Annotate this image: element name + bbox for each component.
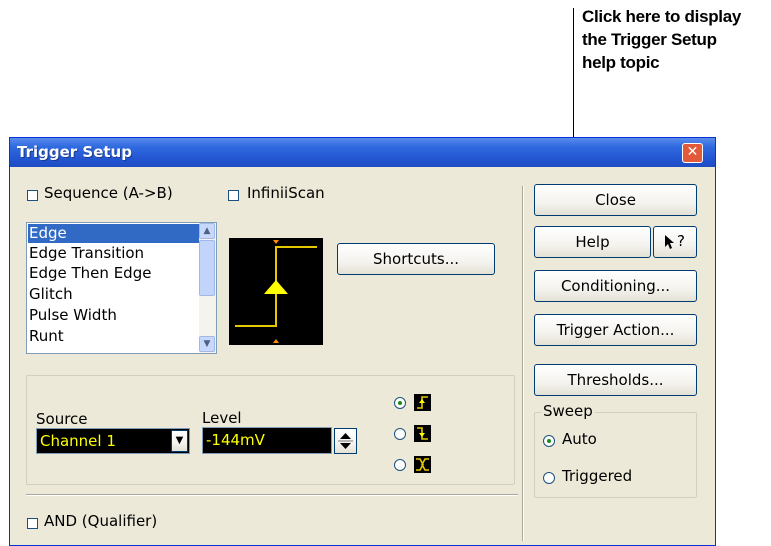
callout-annotation: Click here to display the Trigger Setup … [582,5,771,74]
list-item-edge[interactable]: Edge [28,224,199,243]
thresholds-button[interactable]: Thresholds... [534,364,697,396]
level-label: Level [202,409,242,427]
sweep-triggered-label: Triggered [562,467,633,485]
either-edge-icon[interactable] [414,456,431,473]
level-input[interactable]: -144mV [202,427,332,454]
source-dropdown[interactable]: Channel 1 ▼ [36,428,190,454]
sweep-auto-radio[interactable] [543,435,555,447]
list-item-pulse-width[interactable]: Pulse Width [28,306,199,325]
list-scrollbar[interactable]: ▲ ▼ [199,223,216,353]
scroll-up-icon[interactable]: ▲ [199,223,215,239]
dialog-title: Trigger Setup [17,143,132,161]
sweep-triggered-radio[interactable] [543,472,555,484]
and-qualifier-label: AND (Qualifier) [44,512,158,530]
sweep-auto-label: Auto [562,430,597,448]
callout-line-1: Click here to display [582,7,742,26]
scroll-thumb[interactable] [199,240,215,296]
source-label: Source [36,410,88,428]
rising-edge-icon[interactable] [414,394,431,411]
source-value: Channel 1 [40,432,116,450]
list-item-glitch[interactable]: Glitch [28,285,199,304]
scroll-down-icon[interactable]: ▼ [199,336,215,352]
list-item-runt[interactable]: Runt [28,327,199,346]
title-bar: Trigger Setup ✕ [10,138,715,167]
list-item-edge-transition[interactable]: Edge Transition [28,244,199,263]
and-qualifier-checkbox[interactable] [27,518,38,529]
vertical-divider [522,186,524,541]
edge-preview-graphic [229,238,323,345]
infiniiscan-label: InfiniiScan [247,184,325,202]
shortcuts-button[interactable]: Shortcuts... [337,243,495,275]
trigger-setup-dialog: Trigger Setup ✕ Sequence (A->B) InfiniiS… [9,137,716,546]
close-icon[interactable]: ✕ [682,143,703,163]
sequence-label: Sequence (A->B) [44,184,173,202]
slope-falling-radio[interactable] [394,428,406,440]
help-button[interactable]: Help [534,226,651,258]
question-mark-icon: ? [677,232,685,250]
conditioning-button[interactable]: Conditioning... [534,270,697,302]
level-spinner[interactable] [334,428,357,454]
callout-line-3: help topic [582,53,660,72]
trigger-type-list[interactable]: Edge Edge Transition Edge Then Edge Glit… [26,222,217,354]
slope-either-radio[interactable] [394,459,406,471]
slope-rising-radio[interactable] [394,397,406,409]
chevron-down-icon[interactable]: ▼ [171,430,188,452]
sweep-label: Sweep [541,402,595,420]
pointer-icon [665,235,674,249]
close-button[interactable]: Close [534,184,697,216]
callout-line-2: the Trigger Setup [582,30,717,49]
list-item-edge-then-edge[interactable]: Edge Then Edge [28,264,199,283]
infiniiscan-checkbox[interactable] [228,190,239,201]
falling-edge-icon[interactable] [414,425,431,442]
horizontal-divider [26,494,518,496]
level-value: -144mV [206,431,265,449]
sequence-checkbox[interactable] [27,190,38,201]
trigger-action-button[interactable]: Trigger Action... [534,314,697,346]
sweep-group [534,412,697,498]
whats-this-button[interactable]: ? [653,226,697,258]
